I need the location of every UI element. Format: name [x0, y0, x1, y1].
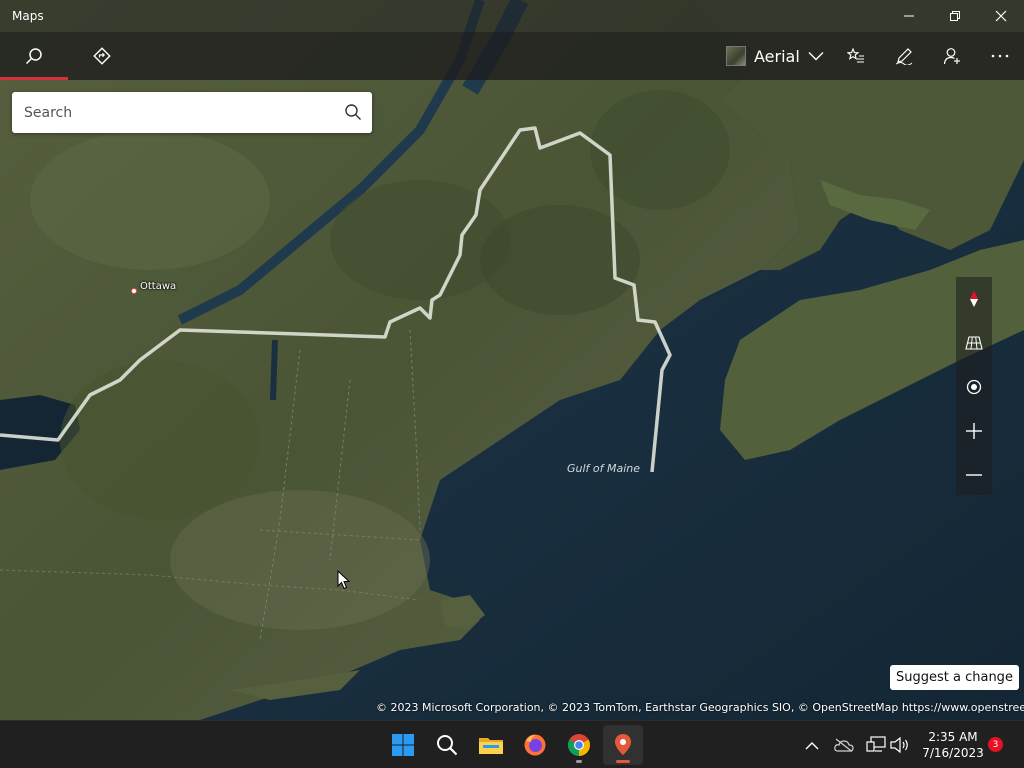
clock-date: 7/16/2023	[922, 746, 984, 760]
water-label: Gulf of Maine	[567, 462, 641, 475]
network-button[interactable]	[864, 733, 888, 757]
file-explorer-button[interactable]	[471, 725, 511, 765]
toolbar: Aerial	[0, 32, 1024, 80]
zoom-in-button[interactable]	[956, 409, 992, 453]
file-explorer-icon	[479, 738, 503, 754]
map-style-dropdown[interactable]: Aerial	[726, 40, 824, 72]
search-submit-button[interactable]	[344, 103, 362, 125]
zoom-out-button[interactable]	[956, 453, 992, 497]
map-style-label: Aerial	[754, 46, 800, 66]
title-bar: Maps	[0, 0, 1024, 32]
chrome-button[interactable]	[559, 725, 599, 765]
zoom-out-icon	[966, 474, 982, 476]
windows-start-icon	[392, 734, 414, 756]
onedrive-button[interactable]	[832, 733, 856, 757]
taskbar: 2:35 AM 7/16/2023 3	[0, 720, 1024, 768]
favorites-icon	[847, 47, 864, 63]
aerial-thumbnail-icon	[726, 46, 746, 66]
close-icon	[995, 10, 1007, 22]
network-icon	[866, 736, 886, 752]
favorites-button[interactable]	[836, 32, 876, 80]
taskbar-search-button[interactable]	[427, 725, 467, 765]
chrome-icon	[568, 734, 590, 756]
maps-app-button[interactable]	[603, 725, 643, 765]
3d-cities-icon	[965, 336, 983, 350]
search-icon	[25, 48, 42, 65]
search-icon	[345, 104, 361, 120]
mouse-cursor-icon	[337, 570, 351, 590]
directions-icon	[93, 47, 111, 65]
minimize-button[interactable]	[886, 0, 932, 32]
search-box[interactable]	[12, 92, 372, 133]
chevron-up-icon	[805, 741, 819, 749]
sign-in-icon	[943, 48, 960, 65]
volume-button[interactable]	[888, 733, 912, 757]
onedrive-icon	[834, 738, 854, 752]
clock-time: 2:35 AM	[928, 730, 978, 744]
sign-in-button[interactable]	[932, 32, 972, 80]
app-title: Maps	[12, 9, 44, 23]
ink-button[interactable]	[884, 32, 924, 80]
map-controls	[956, 277, 992, 495]
more-button[interactable]	[980, 32, 1020, 80]
ink-icon	[895, 48, 913, 65]
my-location-button[interactable]	[956, 365, 992, 409]
clock[interactable]: 2:35 AM 7/16/2023	[920, 729, 986, 761]
compass-icon	[970, 291, 978, 307]
my-location-icon	[966, 379, 982, 395]
maximize-button[interactable]	[932, 0, 978, 32]
tab-search[interactable]	[0, 32, 68, 80]
compass-button[interactable]	[956, 277, 992, 321]
search-input[interactable]	[12, 92, 332, 133]
map-attribution[interactable]: © 2023 Microsoft Corporation, © 2023 Tom…	[376, 701, 1024, 717]
tab-directions[interactable]	[80, 32, 124, 80]
search-icon	[437, 735, 458, 756]
city-marker[interactable]	[131, 288, 137, 294]
city-label[interactable]: Ottawa	[140, 281, 176, 292]
more-icon	[991, 54, 1009, 58]
minimize-icon	[904, 15, 914, 17]
volume-icon	[890, 737, 908, 753]
restore-icon	[950, 11, 960, 21]
start-button[interactable]	[383, 725, 423, 765]
suggest-change-button[interactable]: Suggest a change	[890, 665, 1019, 690]
chevron-down-icon	[808, 52, 824, 61]
zoom-in-icon	[966, 423, 982, 439]
active-indicator	[616, 760, 630, 763]
firefox-icon	[524, 734, 546, 756]
close-button[interactable]	[978, 0, 1024, 32]
notification-badge[interactable]: 3	[988, 737, 1003, 752]
firefox-button[interactable]	[515, 725, 555, 765]
running-indicator	[576, 760, 582, 763]
maps-icon	[615, 734, 631, 755]
show-hidden-icons-button[interactable]	[800, 733, 824, 757]
3d-cities-button[interactable]	[956, 321, 992, 365]
